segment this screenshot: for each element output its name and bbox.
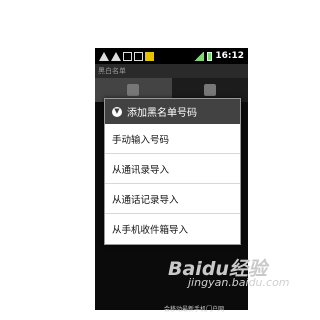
status-bar: 16:12	[95, 48, 248, 64]
warning-icon	[99, 51, 109, 61]
status-icons	[95, 51, 154, 61]
usb-icon	[123, 51, 132, 61]
baidu-watermark: Baidu经验 jingyan.baidu.com	[168, 254, 290, 289]
clock: 16:12	[215, 51, 244, 61]
list-icon	[203, 84, 216, 96]
chevron-down-icon: ▼	[112, 106, 122, 117]
dialog-title: 添加黑名单号码	[127, 108, 197, 119]
battery-icon	[207, 51, 213, 61]
app-title: 黑白名单	[95, 64, 248, 78]
dialog-header: ▼ 添加黑名单号码	[105, 99, 240, 124]
status-right: 16:12	[194, 51, 248, 61]
list-icon	[127, 84, 140, 96]
signal-icon	[194, 51, 205, 61]
watermark-url: jingyan.baidu.com	[188, 276, 290, 289]
option-import-inbox[interactable]: 从手机收件箱导入	[105, 214, 240, 244]
wifi-icon	[134, 51, 143, 61]
option-manual-input[interactable]: 手动输入号码	[105, 124, 240, 154]
option-import-contacts[interactable]: 从通讯录导入	[105, 154, 240, 184]
option-import-call-log[interactable]: 从通话记录导入	[105, 184, 240, 214]
watermark-caption: 会移动最新手机门户网	[164, 306, 225, 313]
alert-icon	[111, 51, 121, 61]
add-blacklist-dialog: ▼ 添加黑名单号码 手动输入号码 从通讯录导入 从通话记录导入 从手机收件箱导入	[104, 98, 241, 245]
app-icon	[145, 51, 154, 61]
